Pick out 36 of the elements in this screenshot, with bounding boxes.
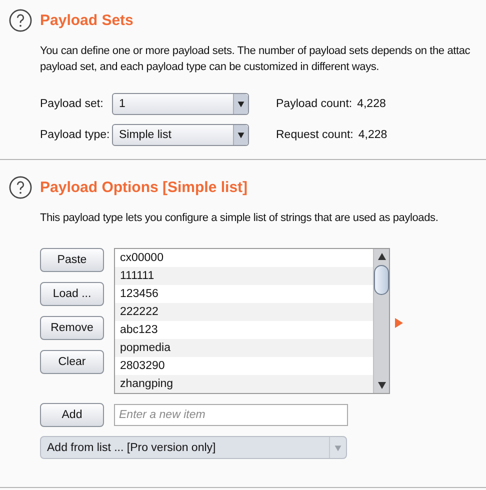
list-item[interactable]: 222222 (115, 303, 373, 321)
field-label: Payload set: (40, 98, 104, 110)
add-button[interactable]: Add (40, 403, 104, 427)
section-title: Payload Options [Simple list] (40, 179, 248, 196)
scrollbar[interactable] (373, 249, 389, 393)
expand-arrow-icon[interactable] (395, 318, 403, 328)
action-button[interactable]: Load ... (40, 282, 104, 306)
list-item[interactable]: popmedia (115, 339, 373, 357)
scroll-thumb[interactable] (374, 265, 389, 295)
scroll-down-icon[interactable] (378, 382, 386, 389)
caret-icon (237, 100, 245, 108)
count-label: Request count: (276, 129, 354, 141)
description-text: You can define one or more payload sets. The number of payload sets depends on the attac (40, 44, 472, 59)
list-item[interactable]: 123456 (115, 285, 373, 303)
dropdown[interactable]: 1 (112, 93, 249, 115)
caret-icon (237, 131, 245, 139)
action-button[interactable]: Clear (40, 350, 104, 374)
count-value: 4,228 (357, 98, 386, 110)
action-button[interactable]: Paste (40, 248, 104, 272)
list-item[interactable]: abc123 (115, 321, 373, 339)
dropdown[interactable]: Simple list (112, 124, 249, 146)
section-title: Payload Sets (40, 12, 134, 29)
list-item[interactable]: 2803290 (115, 357, 373, 375)
caret-icon (334, 444, 342, 452)
list-item[interactable]: zhangping (115, 375, 373, 393)
description-text: payload set, and each payload type can be customized in different ways. (40, 60, 380, 75)
list-item[interactable]: cx00000 (115, 249, 373, 267)
field-label: Payload type: (40, 129, 111, 141)
list-item[interactable]: 111111 (115, 267, 373, 285)
action-button[interactable]: Remove (40, 316, 104, 340)
count-value: 4,228 (358, 129, 388, 141)
description-text: This payload type lets you configure a simple list of strings that are used as payloads. (40, 211, 440, 226)
input-field[interactable]: Enter a new item (114, 404, 348, 426)
help-icon[interactable] (9, 176, 32, 199)
count-label: Payload count: (276, 98, 352, 110)
help-icon[interactable] (9, 9, 32, 32)
